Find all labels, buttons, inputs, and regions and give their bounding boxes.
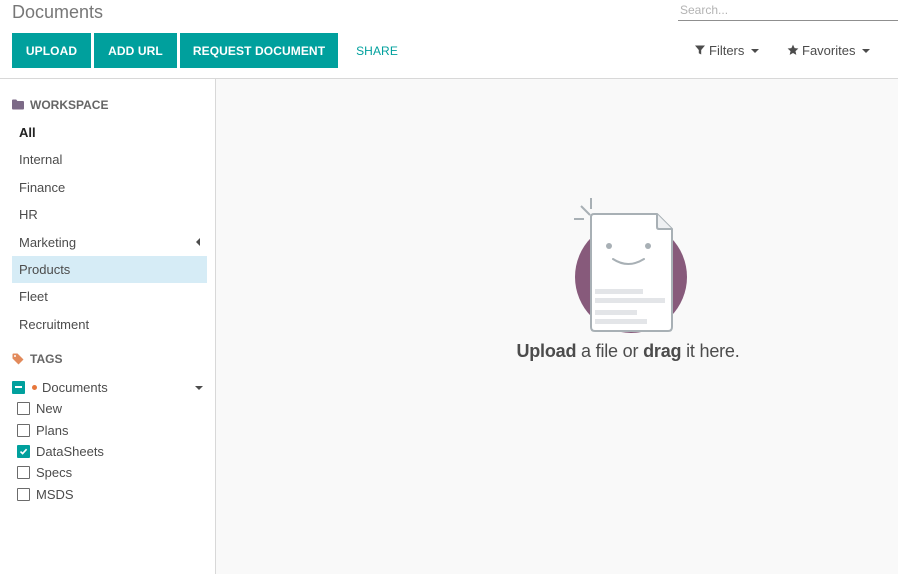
tag-label: Plans	[36, 422, 69, 438]
request-document-button[interactable]: REQUEST DOCUMENT	[180, 33, 338, 68]
tag-checkbox[interactable]	[17, 465, 30, 479]
workspace-item-label: Finance	[19, 180, 66, 195]
workspace-item-fleet[interactable]: Fleet	[12, 283, 207, 310]
workspace-section-title: WORKSPACE	[12, 98, 108, 112]
tags-section-title: TAGS	[12, 352, 62, 366]
tag-label: Specs	[36, 464, 73, 480]
add-url-button[interactable]: ADD URL	[94, 33, 177, 68]
workspace-item-label: Fleet	[19, 289, 48, 304]
checkmark-icon	[19, 448, 28, 455]
document-drop-area[interactable]: Upload a file or drag it here.	[216, 79, 898, 574]
upload-word: Upload	[516, 341, 577, 361]
workspace-item-internal[interactable]: Internal	[12, 146, 207, 173]
workspace-item-label: Marketing	[19, 235, 77, 250]
search-box	[678, 0, 898, 21]
workspace-item-label: All	[19, 125, 36, 140]
workspace-item-label: Internal	[19, 152, 63, 167]
tag-label: MSDS	[36, 486, 74, 502]
workspace-item-label: Products	[19, 262, 71, 277]
tag-category-documents[interactable]: Documents	[12, 378, 108, 396]
tag-checkbox[interactable]	[17, 487, 30, 501]
tag-item-plans[interactable]: Plans	[17, 421, 69, 439]
empty-state-message: Upload a file or drag it here.	[216, 341, 898, 362]
tag-label: DataSheets	[36, 443, 104, 459]
chevron-left-icon[interactable]	[196, 238, 200, 246]
control-panel: Documents UPLOAD ADD URL REQUEST DOCUMEN…	[0, 0, 898, 79]
star-icon	[787, 44, 799, 56]
chevron-down-icon	[751, 48, 760, 53]
share-button[interactable]: SHARE	[346, 33, 408, 68]
favorites-label: Favorites	[802, 42, 856, 58]
tag-item-datasheets[interactable]: DataSheets	[17, 442, 104, 460]
tag-icon	[12, 353, 24, 365]
tag-label: New	[36, 400, 63, 416]
empty-document-illustration	[574, 198, 687, 333]
favorites-dropdown[interactable]: Favorites	[787, 40, 871, 60]
search-input[interactable]	[678, 0, 898, 20]
tag-item-specs[interactable]: Specs	[17, 463, 72, 481]
workspace-item-all[interactable]: All	[12, 119, 207, 146]
tag-category-checkbox[interactable]	[12, 380, 25, 394]
workspace-item-label: HR	[19, 207, 38, 222]
workspace-item-label: Recruitment	[19, 317, 90, 332]
tag-checkbox[interactable]	[17, 401, 30, 415]
tag-color-dot	[32, 384, 37, 390]
tag-item-new[interactable]: New	[17, 399, 62, 417]
workspace-item-recruitment[interactable]: Recruitment	[12, 311, 207, 338]
workspace-item-marketing[interactable]: Marketing	[12, 229, 207, 256]
filters-label: Filters	[709, 42, 745, 58]
filter-icon	[694, 44, 706, 56]
empty-text-end: it here.	[681, 341, 740, 361]
filters-dropdown[interactable]: Filters	[694, 40, 760, 60]
workspace-item-finance[interactable]: Finance	[12, 174, 207, 201]
page-title: Documents	[12, 2, 104, 22]
chevron-down-icon	[862, 48, 871, 53]
tag-checkbox[interactable]	[17, 444, 30, 458]
folder-icon	[12, 99, 24, 111]
drag-word: drag	[643, 341, 682, 361]
tags-title: TAGS	[30, 352, 63, 366]
tag-category-label: Documents	[42, 379, 108, 395]
tag-checkbox[interactable]	[17, 423, 30, 437]
workspace-title: WORKSPACE	[30, 98, 109, 112]
workspace-item-hr[interactable]: HR	[12, 201, 207, 228]
empty-text-middle: a file or	[576, 341, 644, 361]
upload-button[interactable]: UPLOAD	[12, 33, 91, 68]
chevron-down-icon[interactable]	[195, 386, 203, 390]
tag-item-msds[interactable]: MSDS	[17, 485, 74, 503]
workspace-item-products[interactable]: Products	[12, 256, 207, 283]
